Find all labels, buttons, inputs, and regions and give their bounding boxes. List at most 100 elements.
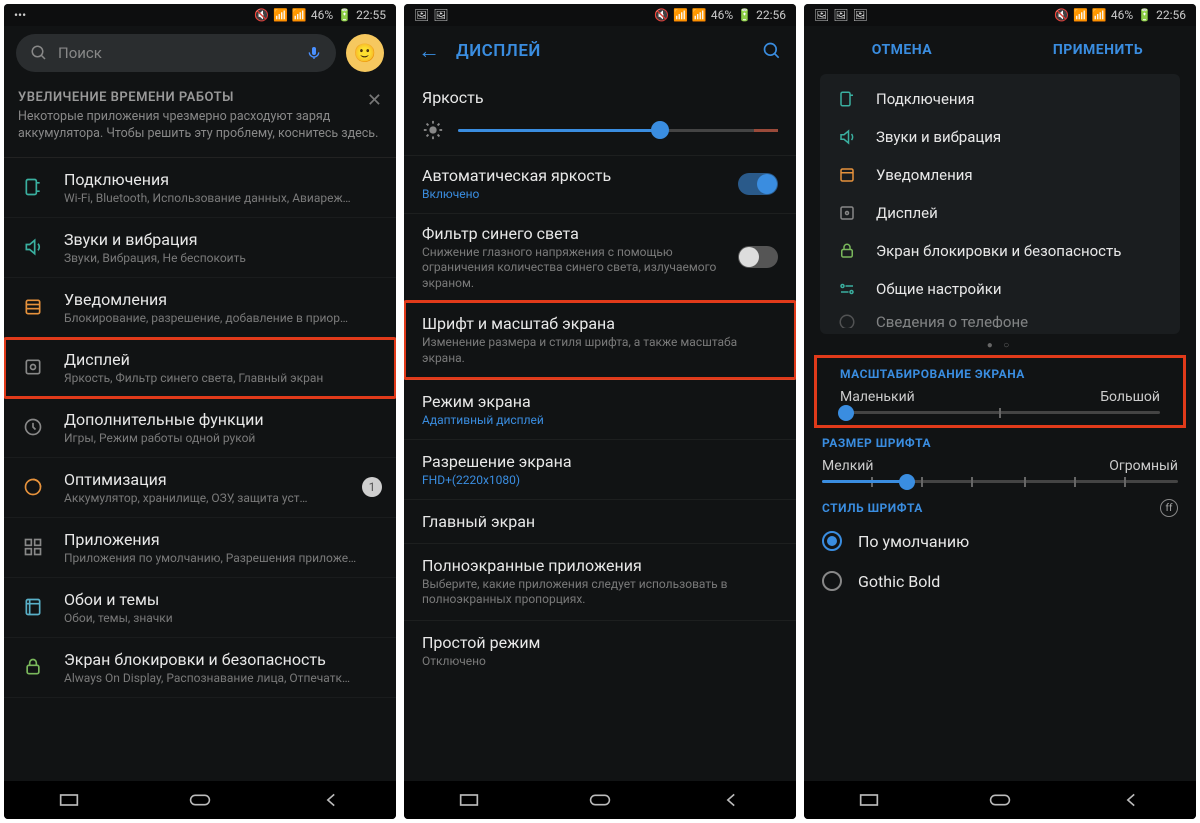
settings-icon [836, 280, 858, 298]
more-icon: ••• [14, 8, 26, 22]
display-icon [20, 357, 46, 377]
row-fullscreen-apps[interactable]: Полноэкранные приложения Выберите, какие… [404, 543, 796, 620]
preview-label: Подключения [876, 90, 974, 108]
battery-icon: 🔋 [737, 8, 752, 22]
wifi-icon: 📶 [273, 8, 288, 22]
screenshot-icon: 🖼 [814, 8, 829, 22]
font-scale-screen: 🖼 🖼 🖼 🔇 📶 📶 46% 🔋 22:56 ОТМЕНА ПРИМЕНИТЬ… [804, 4, 1196, 819]
font-style-header-row: СТИЛЬ ШРИФТА ff [804, 495, 1196, 521]
item-apps[interactable]: Приложения Приложения по умолчанию, Разр… [4, 518, 396, 578]
home-button[interactable] [989, 789, 1011, 811]
settings-list: Подключения Wi-Fi, Bluetooth, Использова… [4, 158, 396, 781]
status-left: 🖼 🖼 [414, 8, 448, 22]
mute-icon: 🔇 [654, 8, 669, 22]
toggle-auto-brightness[interactable] [738, 173, 778, 195]
row-home-screen[interactable]: Главный экран [404, 499, 796, 543]
row-screen-mode[interactable]: Режим экрана Адаптивный дисплей [404, 379, 796, 439]
item-title: Обои и темы [64, 590, 382, 609]
scale-header: МАСШТАБИРОВАНИЕ ЭКРАНА [822, 357, 1178, 387]
item-advanced[interactable]: Дополнительные функции Игры, Режим работ… [4, 398, 396, 458]
row-resolution[interactable]: Разрешение экрана FHD+(2220x1080) [404, 439, 796, 499]
search-input[interactable]: Поиск [16, 34, 336, 72]
item-display[interactable]: Дисплей Яркость, Фильтр синего света, Гл… [4, 338, 396, 398]
search-icon[interactable] [762, 41, 782, 61]
screen-zoom-section: МАСШТАБИРОВАНИЕ ЭКРАНА Маленький Большой [816, 357, 1184, 426]
item-lockscreen[interactable]: Экран блокировки и безопасность Always O… [4, 638, 396, 698]
row-blue-filter[interactable]: Фильтр синего света Снижение глазного на… [404, 213, 796, 302]
info-icon [836, 313, 858, 328]
clock-text: 22:56 [1156, 8, 1186, 22]
back-button[interactable] [1120, 789, 1142, 811]
scale-min: Маленький [840, 389, 915, 405]
item-connections[interactable]: Подключения Wi-Fi, Bluetooth, Использова… [4, 158, 396, 218]
row-sub: Отключено [422, 654, 778, 668]
recents-button[interactable] [458, 789, 480, 811]
font-option-gothic[interactable]: Gothic Bold [804, 561, 1196, 601]
item-title: Дисплей [64, 350, 382, 369]
font-download-icon[interactable]: ff [1160, 499, 1178, 517]
brightness-icon [422, 119, 444, 141]
item-sub: Always On Display, Распознавание лица, О… [64, 671, 382, 685]
home-button[interactable] [589, 789, 611, 811]
mic-icon[interactable] [306, 45, 322, 61]
mute-icon: 🔇 [254, 8, 269, 22]
wifi-icon: 📶 [673, 8, 688, 22]
nav-bar [404, 781, 796, 819]
settings-main-screen: ••• 🔇 📶 📶 46% 🔋 22:55 Поиск 🙂 УВЕЛИЧЕНИЕ… [4, 4, 396, 819]
row-sub: Включено [422, 187, 738, 203]
toggle-blue-filter[interactable] [738, 246, 778, 268]
header: ← ДИСПЛЕЙ [404, 26, 796, 76]
notifications-icon [20, 297, 46, 317]
advanced-icon [20, 417, 46, 437]
row-title: Режим экрана [422, 392, 778, 411]
item-sounds[interactable]: Звуки и вибрация Звуки, Вибрация, Не бес… [4, 218, 396, 278]
item-optimize[interactable]: Оптимизация Аккумулятор, хранилище, ОЗУ,… [4, 458, 396, 518]
brightness-label: Яркость [404, 76, 796, 113]
signal-icon: 📶 [292, 8, 307, 22]
row-auto-brightness[interactable]: Автоматическая яркость Включено [404, 155, 796, 213]
battery-banner[interactable]: УВЕЛИЧЕНИЕ ВРЕМЕНИ РАБОТЫ Некоторые прил… [4, 80, 396, 158]
item-wallpaper[interactable]: Обои и темы Обои, темы, значки [4, 578, 396, 638]
preview-notifications: Уведомления [820, 156, 1180, 194]
status-left: 🖼 🖼 🖼 [814, 8, 868, 22]
row-sub: Выберите, какие приложения следует испол… [422, 577, 778, 608]
radio-label: По умолчанию [858, 532, 969, 551]
avatar[interactable]: 🙂 [346, 34, 384, 72]
preview-lockscreen: Экран блокировки и безопасность [820, 232, 1180, 270]
preview-sounds: Звуки и вибрация [820, 118, 1180, 156]
row-sub: Изменение размера и стиля шрифта, а такж… [422, 335, 778, 366]
item-notifications[interactable]: Уведомления Блокирование, разрешение, до… [4, 278, 396, 338]
row-title: Шрифт и масштаб экрана [422, 314, 778, 333]
font-labels: Мелкий Огромный [804, 456, 1196, 480]
row-font-scale[interactable]: Шрифт и масштаб экрана Изменение размера… [404, 301, 796, 378]
font-header: РАЗМЕР ШРИФТА [804, 426, 1196, 456]
radio-label: Gothic Bold [858, 572, 940, 591]
brightness-slider-row [404, 113, 796, 155]
close-icon[interactable]: ✕ [367, 90, 382, 111]
apply-button[interactable]: ПРИМЕНИТЬ [1000, 26, 1196, 74]
status-right: 🔇 📶 📶 46% 🔋 22:55 [254, 8, 386, 22]
back-icon[interactable]: ← [418, 38, 440, 64]
preview-label: Дисплей [876, 204, 938, 222]
home-button[interactable] [189, 789, 211, 811]
item-sub: Обои, темы, значки [64, 611, 382, 625]
screenshot-icon: 🖼 [433, 8, 448, 22]
scale-slider[interactable] [840, 411, 1160, 414]
font-slider[interactable] [822, 480, 1178, 483]
optimize-icon [20, 477, 46, 497]
back-button[interactable] [720, 789, 742, 811]
status-bar: 🖼 🖼 🔇 📶 📶 46% 🔋 22:56 [404, 4, 796, 26]
nav-bar [804, 781, 1196, 819]
recents-button[interactable] [858, 789, 880, 811]
recents-button[interactable] [58, 789, 80, 811]
brightness-slider[interactable] [458, 129, 778, 132]
wifi-icon: 📶 [1073, 8, 1088, 22]
cancel-button[interactable]: ОТМЕНА [804, 26, 1000, 74]
back-button[interactable] [320, 789, 342, 811]
sound-icon [836, 128, 858, 146]
status-right: 🔇 📶 📶 46% 🔋 22:56 [654, 8, 786, 22]
row-title: Фильтр синего света [422, 224, 738, 243]
row-simple-mode[interactable]: Простой режим Отключено [404, 620, 796, 680]
header-title: ДИСПЛЕЙ [456, 41, 746, 61]
font-option-default[interactable]: По умолчанию [804, 521, 1196, 561]
